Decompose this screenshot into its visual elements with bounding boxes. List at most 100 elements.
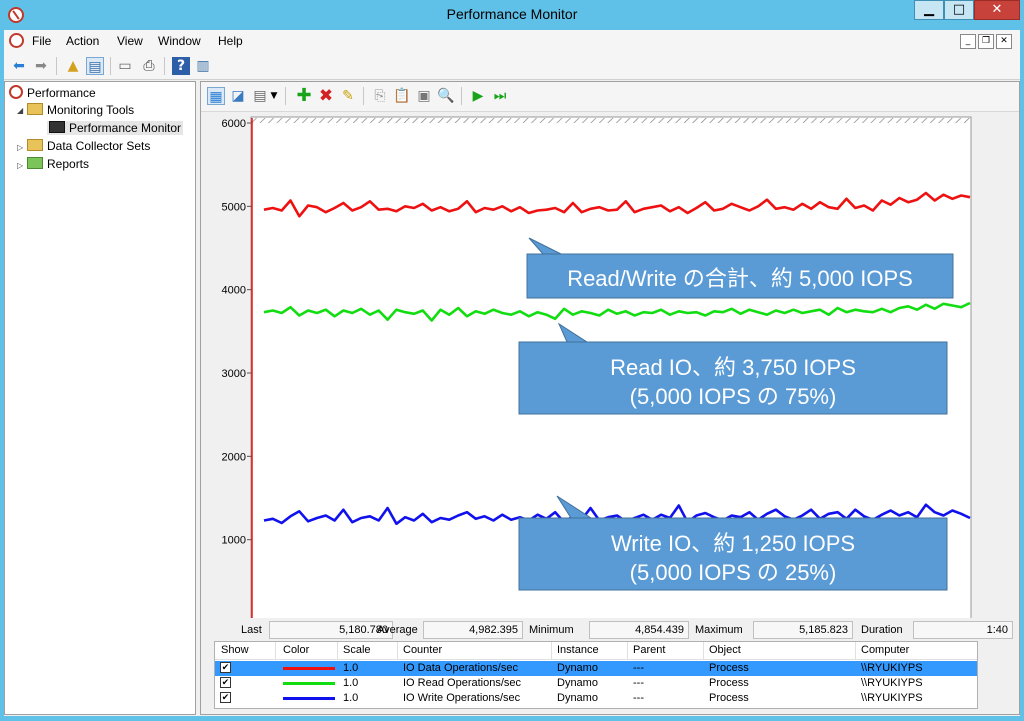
show-checkbox[interactable]: ✔ — [220, 677, 231, 688]
last-label: Last — [241, 624, 262, 636]
view-graph-icon[interactable]: ▦ — [207, 87, 225, 105]
menu-view[interactable]: View — [117, 34, 143, 48]
object-cell: Process — [709, 692, 749, 704]
performance-monitor-icon — [49, 121, 65, 133]
computer-cell: \\RYUKIYPS — [861, 677, 923, 689]
mdi-restore-button[interactable]: ❐ — [978, 34, 994, 49]
change-graph-type-icon[interactable]: ▤ — [251, 87, 269, 105]
header-color[interactable]: Color — [283, 644, 309, 656]
tree-node-data-collector-sets[interactable]: Data Collector Sets — [27, 139, 150, 153]
zoom-icon[interactable]: 🔍 — [437, 87, 455, 105]
add-counter-icon[interactable]: ✚ — [295, 87, 313, 105]
duration-value: 1:40 — [913, 621, 1013, 639]
graph-area: 6000500040003000200010000 4:13:04 PM4:11… — [207, 116, 1015, 640]
back-arrow-icon[interactable]: ⬅ — [10, 57, 28, 75]
header-computer[interactable]: Computer — [861, 644, 909, 656]
y-tick-label: 6000 — [222, 118, 246, 130]
header-parent[interactable]: Parent — [633, 644, 665, 656]
minimize-button[interactable]: ▁ — [914, 0, 944, 20]
header-object[interactable]: Object — [709, 644, 741, 656]
y-tick-label: 5000 — [222, 201, 246, 213]
menu-bar: File Action View Window Help _ ❐ ✕ — [4, 30, 1020, 52]
menu-file[interactable]: File — [32, 34, 51, 48]
average-label: Average — [377, 624, 418, 636]
tree-node-monitoring-tools[interactable]: Monitoring Tools — [27, 103, 134, 117]
tree-node-performance-monitor-label: Performance Monitor — [69, 121, 182, 135]
instance-cell: Dynamo — [557, 692, 598, 704]
paste-counter-list-icon[interactable]: 📋 — [393, 87, 411, 105]
toolbar-separator — [461, 87, 462, 105]
tree-node-performance[interactable]: Performance — [9, 85, 96, 100]
scale-cell: 1.0 — [343, 692, 359, 704]
maximum-label: Maximum — [695, 624, 743, 636]
header-counter[interactable]: Counter — [403, 644, 442, 656]
counter-legend-table: Show Color Scale Counter Instance Parent… — [214, 641, 978, 709]
graph-toolbar: ▦ ◪ ▤ ▼ ✚ ✖ ✎ ⎘ 📋 ▣ 🔍 ▶ ⏭ — [201, 82, 1019, 112]
update-data-icon[interactable]: ⏭ — [491, 87, 509, 105]
performance-line-chart: 6000500040003000200010000 4:13:04 PM4:11… — [222, 116, 998, 640]
show-hide-action-pane-icon[interactable]: ▥ — [194, 57, 212, 75]
y-tick-label: 2000 — [222, 451, 246, 463]
menu-action[interactable]: Action — [66, 34, 99, 48]
column-divider — [703, 642, 704, 660]
chevron-down-icon[interactable]: ▼ — [269, 87, 279, 105]
delete-counter-icon[interactable]: ✖ — [317, 87, 335, 105]
parent-cell: --- — [633, 692, 644, 704]
menu-window[interactable]: Window — [158, 34, 201, 48]
close-button[interactable]: ✕ — [974, 0, 1020, 20]
counter-cell: IO Data Operations/sec — [403, 662, 518, 674]
tree-node-reports[interactable]: Reports — [27, 157, 89, 171]
help-icon[interactable]: ? — [172, 57, 190, 75]
highlight-icon[interactable]: ✎ — [339, 87, 357, 105]
unfreeze-display-icon[interactable]: ▶ — [469, 87, 487, 105]
legend-row-io-read[interactable]: ✔ 1.0 IO Read Operations/sec Dynamo --- … — [215, 676, 977, 691]
properties-icon[interactable]: ▭ — [116, 57, 134, 75]
counter-cell: IO Write Operations/sec — [403, 692, 521, 704]
header-show[interactable]: Show — [221, 644, 249, 656]
performance-root-icon — [9, 85, 23, 99]
timeline-hatch-bar — [252, 118, 970, 123]
object-cell: Process — [709, 662, 749, 674]
menu-help[interactable]: Help — [218, 34, 243, 48]
y-tick-label: 3000 — [222, 368, 246, 380]
mdi-minimize-button[interactable]: _ — [960, 34, 976, 49]
tree-node-performance-monitor[interactable]: Performance Monitor — [47, 121, 184, 135]
legend-row-io-data[interactable]: ✔ 1.0 IO Data Operations/sec Dynamo --- … — [215, 661, 977, 676]
column-divider — [855, 642, 856, 660]
toolbar-separator — [164, 57, 165, 75]
callout-read-line2: (5,000 IOPS の 75%) — [630, 384, 837, 409]
y-tick-label: 1000 — [222, 535, 246, 547]
show-hide-console-tree-icon[interactable]: ▤ — [86, 57, 104, 75]
average-value: 4,982.395 — [423, 621, 523, 639]
legend-row-io-write[interactable]: ✔ 1.0 IO Write Operations/sec Dynamo ---… — [215, 691, 977, 706]
counter-cell: IO Read Operations/sec — [403, 677, 522, 689]
maximize-button[interactable]: □ — [944, 0, 974, 20]
callout-read-line1: Read IO、約 3,750 IOPS — [610, 355, 856, 380]
header-scale[interactable]: Scale — [343, 644, 371, 656]
expand-toggle-icon[interactable]: ▷ — [17, 143, 23, 152]
parent-cell: --- — [633, 677, 644, 689]
properties-icon[interactable]: ▣ — [415, 87, 433, 105]
statistics-bar: Last 5,180.780 Average 4,982.395 Minimum… — [201, 621, 1019, 641]
callout-write-line1: Write IO、約 1,250 IOPS — [611, 531, 855, 556]
mdi-close-button[interactable]: ✕ — [996, 34, 1012, 49]
column-divider — [627, 642, 628, 660]
column-divider — [551, 642, 552, 660]
expand-toggle-icon[interactable]: ▷ — [17, 161, 23, 170]
collapse-toggle-icon[interactable]: ◢ — [17, 106, 23, 115]
system-menu-icon[interactable] — [9, 33, 24, 48]
minimum-label: Minimum — [529, 624, 574, 636]
view-current-activity-icon[interactable]: ◪ — [229, 87, 247, 105]
forward-arrow-icon[interactable]: ➡ — [32, 57, 50, 75]
show-checkbox[interactable]: ✔ — [220, 692, 231, 703]
copy-properties-icon[interactable]: ⎘ — [371, 87, 389, 105]
toolbar-separator — [110, 57, 111, 75]
minimum-value: 4,854.439 — [589, 621, 689, 639]
up-folder-icon[interactable]: ▲ — [64, 57, 82, 75]
print-icon[interactable]: ⎙ — [140, 57, 158, 75]
scale-cell: 1.0 — [343, 677, 359, 689]
folder-icon — [27, 139, 43, 151]
header-instance[interactable]: Instance — [557, 644, 599, 656]
show-checkbox[interactable]: ✔ — [220, 662, 231, 673]
tree-node-reports-label: Reports — [47, 157, 90, 171]
